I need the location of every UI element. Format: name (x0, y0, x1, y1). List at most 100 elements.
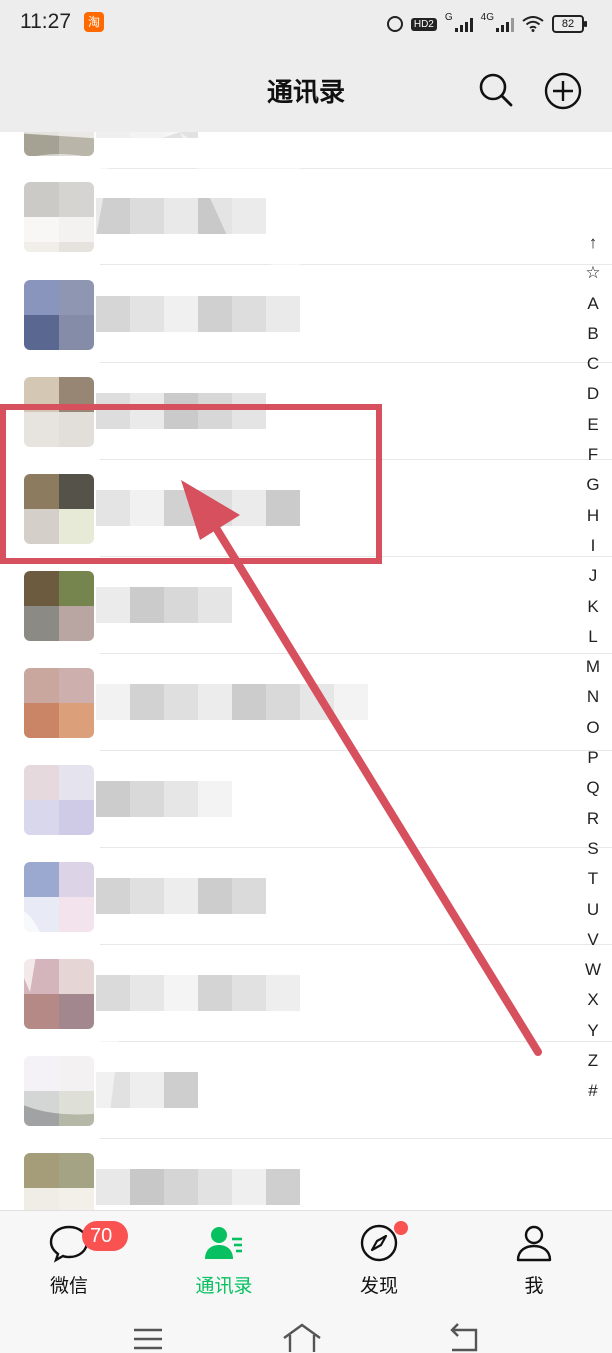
status-icons: HD2 G 4G 82 (386, 12, 587, 36)
index-letter[interactable]: D (578, 379, 608, 409)
status-bar: 11:27 淘 HD2 G 4G 82 (0, 0, 612, 50)
index-letter[interactable]: V (578, 925, 608, 955)
contact-name-blurred (96, 296, 300, 332)
row-divider (100, 653, 612, 654)
taobao-notification-icon: 淘 (84, 12, 104, 32)
back-icon[interactable] (444, 1322, 484, 1352)
index-letter[interactable]: B (578, 319, 608, 349)
contact-row[interactable] (0, 654, 612, 751)
contacts-icon (205, 1227, 242, 1259)
contact-avatar (24, 182, 94, 252)
menu-icon[interactable] (128, 1322, 168, 1352)
title-bar: 通讯录 (0, 50, 612, 132)
contact-avatar (24, 959, 94, 1029)
contact-avatar (24, 280, 94, 350)
contact-name-blurred (96, 975, 300, 1011)
index-letter[interactable]: ☆ (578, 258, 608, 288)
contact-row[interactable] (0, 557, 612, 654)
search-button[interactable] (476, 70, 516, 110)
signal-icon-2 (496, 16, 514, 32)
index-letter[interactable]: F (578, 440, 608, 470)
index-letter[interactable]: J (578, 561, 608, 591)
index-letter[interactable]: R (578, 804, 608, 834)
contact-row[interactable] (0, 266, 612, 363)
network-type-label-2: 4G (480, 12, 494, 23)
row-divider (100, 1041, 612, 1042)
contact-name-blurred (96, 878, 266, 914)
index-letter[interactable]: ↑ (578, 228, 608, 258)
index-letter[interactable]: N (578, 682, 608, 712)
unread-badge: 70 (82, 1221, 128, 1251)
index-letter[interactable]: S (578, 834, 608, 864)
contact-row[interactable] (0, 1042, 612, 1139)
index-letter[interactable]: C (578, 349, 608, 379)
tab-me[interactable]: 我 (484, 1211, 584, 1311)
index-letter[interactable]: L (578, 622, 608, 652)
contact-avatar (24, 1153, 94, 1210)
wifi-icon (522, 16, 544, 32)
contact-row[interactable] (0, 945, 612, 1042)
tab-label: 微信 (49, 1275, 88, 1297)
index-letter[interactable]: X (578, 985, 608, 1015)
page-title: 通讯录 (266, 78, 345, 108)
contact-avatar (24, 862, 94, 932)
index-letter[interactable]: G (578, 470, 608, 500)
network-type-label: G (444, 12, 453, 23)
contact-name-blurred (96, 587, 232, 623)
alphabet-index-bar[interactable]: ↑ ☆ A B C D E F G H I J K L M N O P Q R S T U V W X Y Z # (578, 228, 608, 1107)
tab-discover[interactable]: 发现 (329, 1211, 429, 1311)
index-letter[interactable]: O (578, 713, 608, 743)
row-divider (100, 1138, 612, 1139)
index-letter[interactable]: T (578, 864, 608, 894)
contact-name-blurred (96, 684, 368, 720)
row-divider (100, 847, 612, 848)
index-letter[interactable]: U (578, 895, 608, 925)
index-letter[interactable]: E (578, 410, 608, 440)
battery-indicator: 82 (552, 15, 587, 33)
annotation-highlight-box (0, 404, 382, 564)
signal-icon (454, 16, 473, 32)
bottom-tab-bar: 微信 70 通讯录 发现 我 (0, 1210, 612, 1310)
index-letter[interactable]: P (578, 743, 608, 773)
row-divider (100, 264, 612, 265)
contact-row[interactable] (0, 168, 612, 265)
compass-icon (360, 1224, 398, 1262)
contact-row[interactable] (0, 132, 612, 169)
index-letter[interactable]: # (578, 1076, 608, 1106)
tab-label: 发现 (359, 1275, 398, 1297)
tab-contacts[interactable]: 通讯录 (174, 1211, 274, 1311)
contact-name-blurred (96, 1072, 198, 1108)
contact-name-blurred (96, 781, 232, 817)
add-button[interactable] (542, 70, 584, 112)
contact-avatar (24, 668, 94, 738)
contact-avatar (24, 765, 94, 835)
contact-avatar (24, 571, 94, 641)
contact-name-blurred (96, 198, 266, 234)
index-letter[interactable]: W (578, 955, 608, 985)
index-letter[interactable]: I (578, 531, 608, 561)
alarm-icon (386, 16, 403, 32)
row-divider (100, 750, 612, 751)
index-letter[interactable]: M (578, 652, 608, 682)
home-icon[interactable] (282, 1322, 322, 1352)
index-letter[interactable]: Z (578, 1046, 608, 1076)
person-icon (516, 1225, 552, 1262)
index-letter[interactable]: Q (578, 773, 608, 803)
contact-name-blurred (96, 132, 198, 138)
row-divider (100, 168, 612, 169)
system-nav-bar (0, 1310, 612, 1353)
index-letter[interactable]: H (578, 501, 608, 531)
hd-badge: HD2 (410, 17, 437, 31)
tab-label: 我 (524, 1275, 544, 1297)
tab-label: 通讯录 (195, 1275, 253, 1297)
status-time: 11:27 (20, 10, 71, 33)
contact-row[interactable] (0, 751, 612, 848)
contact-row[interactable] (0, 848, 612, 945)
contact-row[interactable] (0, 1139, 612, 1210)
index-letter[interactable]: A (578, 289, 608, 319)
index-letter[interactable]: Y (578, 1016, 608, 1046)
index-letter[interactable]: K (578, 592, 608, 622)
contact-avatar (24, 1056, 94, 1126)
contact-list[interactable] (0, 132, 612, 1210)
contact-name-blurred (96, 1169, 300, 1205)
